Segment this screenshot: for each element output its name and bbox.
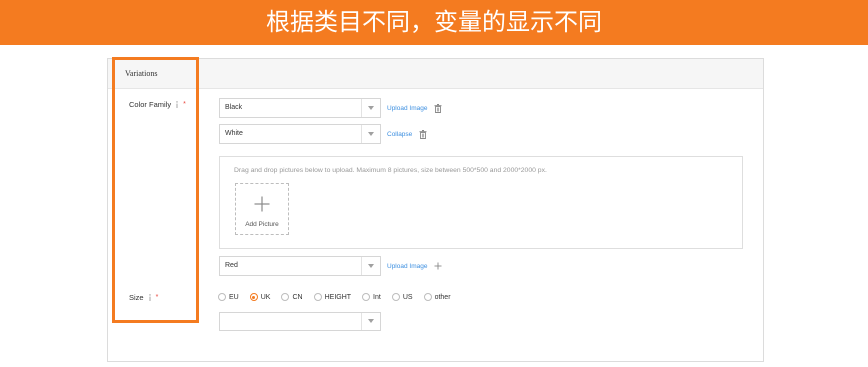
required-mark: * <box>183 100 186 108</box>
radio-int[interactable]: Int <box>362 293 381 301</box>
size-system-radio-group: EU UK CN HEIGHT Int US other <box>218 292 462 302</box>
color-select-red[interactable]: Red <box>219 256 381 276</box>
radio-button[interactable] <box>423 293 432 301</box>
chevron-down-icon <box>368 132 374 136</box>
radio-us[interactable]: US <box>391 293 413 301</box>
variations-panel: Variations Color Family * Black Upload I… <box>107 58 764 362</box>
select-value: Black <box>225 104 243 111</box>
chevron-down-icon <box>368 318 374 323</box>
radio-button[interactable] <box>281 293 290 301</box>
select-value: White <box>225 130 243 137</box>
upload-image-link[interactable]: Upload Image <box>387 263 427 270</box>
dropdown-toggle[interactable] <box>361 99 380 117</box>
upload-image-link[interactable]: Upload Image <box>387 105 427 112</box>
color-family-label-text: Color Family <box>129 99 172 109</box>
dropdown-toggle[interactable] <box>361 257 380 275</box>
radio-cn[interactable]: CN <box>281 293 303 301</box>
trash-icon[interactable] <box>434 103 442 113</box>
panel-header: Variations <box>108 59 763 89</box>
radio-button[interactable] <box>391 293 400 301</box>
chevron-down-icon <box>368 106 374 110</box>
select-value: Red <box>225 262 238 269</box>
radio-label: UK <box>260 293 271 301</box>
radio-label: HEIGHT <box>324 293 352 301</box>
size-label-text: Size <box>129 292 144 302</box>
add-picture-button[interactable]: Add Picture <box>235 183 289 235</box>
radio-button[interactable] <box>249 293 258 301</box>
radio-label: CN <box>292 293 303 301</box>
size-select[interactable] <box>219 311 381 331</box>
radio-button[interactable] <box>362 293 371 301</box>
color-select-white[interactable]: White <box>219 124 381 144</box>
chevron-down-icon <box>368 264 374 268</box>
radio-label: US <box>402 293 413 301</box>
size-row <box>219 311 381 331</box>
color-row-black: Black Upload Image <box>219 98 442 118</box>
color-family-label: Color Family * <box>129 99 186 109</box>
size-label: Size * <box>129 292 158 302</box>
banner-title: 根据类目不同，变量的显示不同 <box>0 0 868 45</box>
add-picture-label: Add Picture <box>245 221 279 228</box>
color-row-white: White Collapse <box>219 124 427 144</box>
panel-title: Variations <box>125 69 158 78</box>
color-row-red: Red Upload Image <box>219 256 442 276</box>
radio-button[interactable] <box>218 293 226 301</box>
radio-other[interactable]: other <box>423 293 451 301</box>
required-mark: * <box>155 293 159 301</box>
plus-icon[interactable] <box>434 262 442 271</box>
info-icon[interactable] <box>175 100 179 108</box>
radio-label: other <box>434 293 451 301</box>
radio-eu[interactable]: EU <box>218 293 239 301</box>
upload-hint: Drag and drop pictures below to upload. … <box>234 167 547 174</box>
radio-label: Int <box>373 293 381 301</box>
collapse-link[interactable]: Collapse <box>387 131 412 138</box>
radio-label: EU <box>229 293 239 301</box>
radio-button[interactable] <box>313 293 322 301</box>
dropdown-toggle[interactable] <box>361 125 380 143</box>
info-icon[interactable] <box>148 293 152 301</box>
plus-icon <box>254 196 270 212</box>
color-select-black[interactable]: Black <box>219 98 381 118</box>
radio-uk[interactable]: UK <box>249 293 271 301</box>
image-upload-area[interactable]: Drag and drop pictures below to upload. … <box>219 156 743 249</box>
radio-height[interactable]: HEIGHT <box>313 293 352 301</box>
trash-icon[interactable] <box>419 129 427 139</box>
dropdown-toggle[interactable] <box>361 312 380 330</box>
